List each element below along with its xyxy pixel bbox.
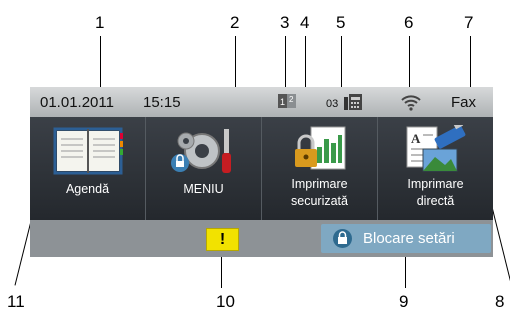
callout-6: 6: [404, 13, 414, 32]
svg-text:2: 2: [289, 95, 294, 104]
bottom-bar: ! Blocare setări: [30, 220, 493, 257]
menu-label: MENIU: [183, 182, 224, 197]
status-bar: 01.01.2011 15:15 12 03 Fax: [30, 87, 493, 117]
callout-9: 9: [399, 292, 409, 311]
callout-8: 8: [495, 292, 505, 311]
wireless-signal-icon: [400, 92, 422, 117]
direct-print-label-line1: Imprimare: [407, 177, 464, 192]
direct-print-label: Imprimare directă: [378, 176, 493, 210]
secure-print-icon: [289, 125, 351, 178]
direct-print-tile[interactable]: A Imprimare directă: [378, 117, 493, 220]
address-book-label: Agendă: [65, 182, 110, 197]
callout-7: 7: [464, 13, 474, 32]
date-text: 01.01.2011: [40, 94, 114, 111]
settings-lock-button[interactable]: Blocare setări: [321, 224, 491, 253]
callout-4: 4: [300, 13, 310, 32]
warning-icon-button[interactable]: !: [206, 228, 239, 251]
callout-3: 3: [280, 13, 290, 32]
lock-icon: [333, 229, 352, 248]
secure-print-label-line2: securizată: [291, 194, 348, 209]
callout-line-3: [285, 36, 286, 93]
address-book-tile[interactable]: Agendă: [30, 117, 146, 220]
time-text: 15:15: [143, 94, 181, 111]
callout-line-9: [405, 255, 406, 288]
callout-line-1: [100, 36, 101, 93]
svg-text:A: A: [411, 131, 421, 146]
callout-1: 1: [95, 13, 105, 32]
settings-lock-label: Blocare setări: [363, 230, 455, 247]
address-book-icon: [53, 125, 123, 182]
callout-11: 11: [7, 292, 25, 311]
menu-tile[interactable]: MENIU: [146, 117, 262, 220]
direct-print-icon: A: [401, 118, 471, 178]
callout-line-7: [470, 36, 471, 93]
receive-mode-text: Fax: [451, 94, 477, 111]
callout-2: 2: [230, 13, 240, 32]
lcd-screen: 01.01.2011 15:15 12 03 Fax Agendă MENIU: [30, 87, 493, 257]
duplex-icon: 12: [277, 93, 297, 115]
callout-line-6: [409, 36, 410, 93]
main-menu-tiles: Agendă MENIU Imprimare securizată A Impr…: [30, 117, 493, 220]
settings-gear-icon: [164, 125, 244, 182]
fax-count: 03: [326, 98, 339, 110]
svg-text:1: 1: [280, 97, 285, 107]
callout-10: 10: [216, 292, 235, 311]
callout-line-5: [341, 36, 342, 93]
secure-print-label: Imprimare securizată: [262, 176, 377, 210]
secure-print-tile[interactable]: Imprimare securizată: [262, 117, 378, 220]
callout-5: 5: [336, 13, 346, 32]
direct-print-label-line2: directă: [416, 194, 455, 209]
fax-memory-icon: [343, 93, 363, 116]
secure-print-label-line1: Imprimare: [291, 177, 348, 192]
